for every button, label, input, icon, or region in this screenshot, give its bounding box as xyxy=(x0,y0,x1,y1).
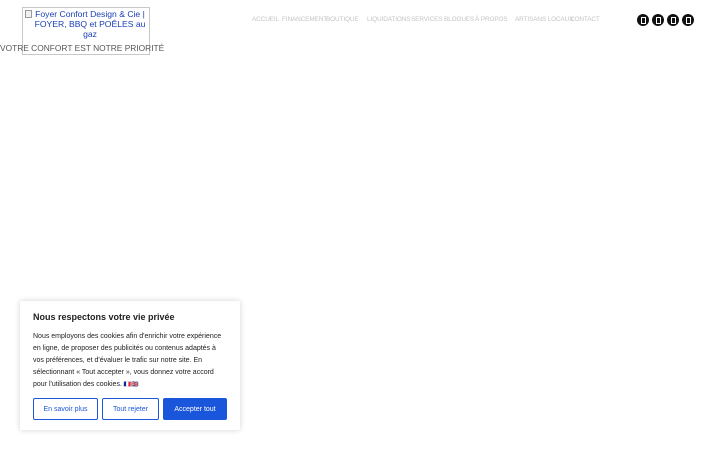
nav-item-blogues[interactable]: BLOGUES xyxy=(444,16,474,23)
page: Foyer Confort Design & Cie | FOYER, BBQ … xyxy=(0,0,720,450)
cookie-consent-dialog: Nous respectons votre vie privée Nous em… xyxy=(20,301,240,430)
nav-item-financement[interactable]: FINANCEMENT xyxy=(282,16,327,23)
youtube-icon[interactable] xyxy=(667,14,679,26)
learn-more-button[interactable]: En savoir plus xyxy=(33,398,98,420)
pinterest-icon[interactable] xyxy=(682,14,694,26)
nav-item-accueil[interactable]: ACCUEIL xyxy=(252,16,279,23)
nav-item-contact[interactable]: CONTACT xyxy=(570,16,600,23)
broken-image-icon xyxy=(25,10,32,18)
instagram-icon[interactable] xyxy=(652,14,664,26)
cookie-title: Nous respectons votre vie privée xyxy=(33,312,175,322)
nav-item-liquidations[interactable]: LIQUIDATIONS xyxy=(367,16,411,23)
reject-all-button[interactable]: Tout rejeter xyxy=(102,398,159,420)
nav-item-boutique[interactable]: BOUTIQUE xyxy=(326,16,359,23)
accept-all-button[interactable]: Accepter tout xyxy=(163,398,227,420)
cookie-description: Nous employons des cookies afin d'enrich… xyxy=(33,331,227,391)
language-flags: 🇫🇷🇬🇧 xyxy=(123,382,139,388)
nav-item-a-propos[interactable]: À PROPOS xyxy=(475,16,508,23)
cookie-buttons: En savoir plus Tout rejeter Accepter tou… xyxy=(33,398,227,420)
nav-item-artisans-locaux[interactable]: ARTISANS LOCAUX xyxy=(515,16,574,23)
logo-alt-text: Foyer Confort Design & Cie | FOYER, BBQ … xyxy=(34,9,146,39)
site-tagline: VOTRE CONFORT EST NOTRE PRIORITÉ xyxy=(0,43,165,53)
cookie-description-text: Nous employons des cookies afin d'enrich… xyxy=(33,333,222,388)
nav-item-services[interactable]: SERVICES xyxy=(411,16,443,23)
social-links xyxy=(637,14,694,26)
facebook-icon[interactable] xyxy=(637,14,649,26)
